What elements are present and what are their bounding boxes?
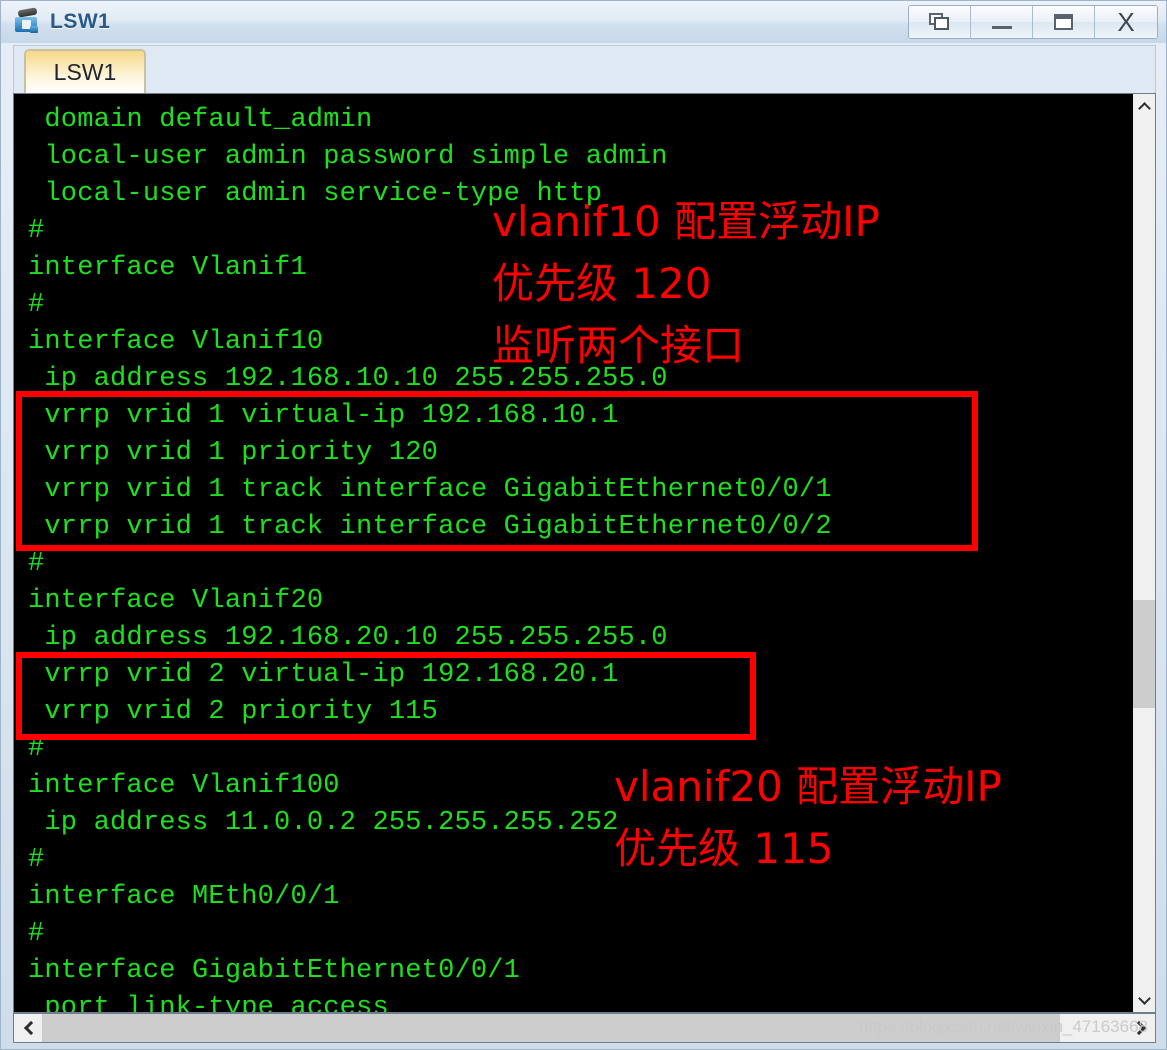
terminal-output: domain default_admin local-user admin pa… — [14, 94, 1134, 1012]
network-switch-icon — [13, 7, 43, 36]
close-window-button[interactable]: X — [1095, 6, 1157, 38]
vertical-scroll-track[interactable] — [1133, 118, 1155, 988]
restore-window-button[interactable] — [909, 6, 971, 38]
vertical-scroll-thumb[interactable] — [1133, 600, 1155, 708]
scroll-left-arrow-icon[interactable] — [14, 1014, 42, 1042]
minimize-window-button[interactable] — [971, 6, 1033, 38]
horizontal-scroll-track[interactable] — [42, 1014, 1127, 1042]
terminal-console[interactable]: domain default_admin local-user admin pa… — [13, 93, 1156, 1013]
title-bar: LSW1 X — [1, 1, 1166, 43]
horizontal-scroll-thumb[interactable] — [42, 1014, 1060, 1042]
minimize-icon — [991, 25, 1012, 29]
application-window: LSW1 X LSW1 domain default_admin local-u… — [0, 0, 1167, 1050]
tab-label: LSW1 — [53, 58, 117, 85]
window-title: LSW1 — [50, 10, 111, 33]
tab-strip: LSW1 — [13, 45, 1156, 93]
maximize-window-button[interactable] — [1033, 6, 1095, 38]
maximize-icon — [1054, 14, 1073, 30]
close-icon: X — [1117, 7, 1135, 37]
tab-lsw1[interactable]: LSW1 — [24, 49, 146, 93]
vertical-scrollbar[interactable] — [1132, 94, 1155, 1012]
scroll-down-arrow-icon[interactable] — [1133, 988, 1155, 1012]
window-controls: X — [908, 5, 1158, 39]
scroll-right-arrow-icon[interactable] — [1127, 1014, 1155, 1042]
scroll-up-arrow-icon[interactable] — [1133, 94, 1155, 118]
horizontal-scrollbar[interactable] — [13, 1013, 1156, 1043]
restore-icon — [929, 13, 950, 31]
